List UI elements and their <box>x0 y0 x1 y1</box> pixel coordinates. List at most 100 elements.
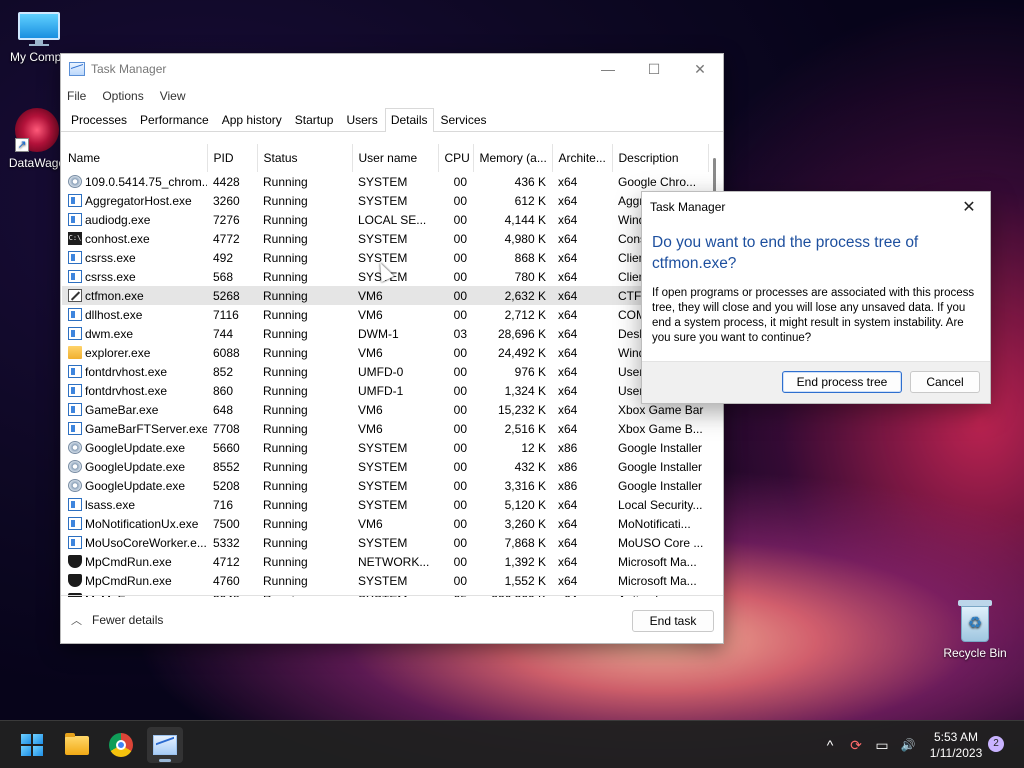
clock[interactable]: 5:53 AM 1/11/2023 <box>924 729 988 761</box>
network-icon[interactable]: ▭ <box>869 737 895 754</box>
tab-app-history[interactable]: App history <box>216 108 288 131</box>
cell-memory: 868 K <box>514 250 546 265</box>
cell-name: lsass.exe <box>62 495 207 514</box>
start-button[interactable] <box>14 727 50 763</box>
cell-pid: 4712 <box>213 554 240 569</box>
cell-architecture: x64 <box>558 326 578 341</box>
notification-badge[interactable]: 2 <box>988 736 1004 752</box>
end-process-tree-button[interactable]: End process tree <box>782 371 902 393</box>
cell-memory: 1,392 K <box>504 554 546 569</box>
tab-details[interactable]: Details <box>384 108 434 132</box>
process-table-container: ^ Name PID Status User name CPU Memory (… <box>62 144 724 597</box>
volume-icon[interactable]: 🔊 <box>895 738 921 752</box>
table-row[interactable]: GameBarFTServer.exe 7708 Running VM6 00 2,516… <box>62 419 708 438</box>
cancel-button[interactable]: Cancel <box>910 371 980 393</box>
cell-status: Running <box>263 554 308 569</box>
table-row[interactable]: GameBar.exe 648 Running VM6 00 15,232 Kx64 Xbo… <box>62 400 708 419</box>
table-row[interactable]: 109.0.5414.75_chrom... 4428 Running SYSTEM 0… <box>62 172 708 191</box>
taskbar-file-explorer[interactable] <box>59 727 95 763</box>
cell-architecture: x64 <box>558 307 578 322</box>
desktop-icon-recycle-bin[interactable]: ♻ Recycle Bin <box>938 600 1012 660</box>
cell-description: MoUSO Core ... <box>618 535 704 550</box>
close-button[interactable]: ✕ <box>677 54 723 84</box>
table-row[interactable]: C:\ conhost.exe 4772 Running SYSTEM 00 4,980 K… <box>62 229 708 248</box>
cell-cpu: 00 <box>453 459 467 474</box>
process-name: MoNotificationUx.exe <box>85 516 199 531</box>
tab-performance[interactable]: Performance <box>134 108 215 131</box>
table-row[interactable]: GoogleUpdate.exe 5660 Running SYSTEM 00 12 K x… <box>62 438 708 457</box>
cell-user-name: SYSTEM <box>358 269 408 284</box>
table-row[interactable]: GoogleUpdate.exe 5208 Running SYSTEM 00 3,316… <box>62 476 708 495</box>
cell-pid: 8552 <box>213 459 240 474</box>
maximize-button[interactable]: ☐ <box>631 54 677 84</box>
table-row[interactable]: GoogleUpdate.exe 8552 Running SYSTEM 00 432 K… <box>62 457 708 476</box>
tab-bar: Processes Performance App history Startu… <box>61 108 723 132</box>
table-row[interactable]: explorer.exe6088RunningVM60024,492 Kx64W… <box>62 343 708 362</box>
menu-options[interactable]: Options <box>102 89 143 103</box>
process-name: GameBarFTServer.exe <box>85 421 207 436</box>
menu-file[interactable]: File <box>67 89 86 103</box>
clock-date: 1/11/2023 <box>929 746 983 760</box>
cell-pid: 648 <box>213 402 234 417</box>
cell-architecture: x64 <box>552 286 612 305</box>
cell-name: MpCmdRun.exe <box>62 552 207 571</box>
taskbar-task-manager[interactable] <box>147 727 183 763</box>
fewer-details-toggle[interactable]: ︿ Fewer details <box>71 612 163 628</box>
column-header-status[interactable]: Status <box>257 144 353 172</box>
process-name: 109.0.5414.75_chrom... <box>85 174 207 189</box>
cell-cpu: 00 <box>453 478 467 493</box>
table-row[interactable]: fontdrvhost.exe 860 Running UMFD-1 00 1,324 K… <box>62 381 708 400</box>
cell-name: dllhost.exe <box>62 305 207 324</box>
cell-user-name: VM6 <box>358 345 383 360</box>
title-bar[interactable]: Task Manager — ☐ ✕ <box>61 54 723 84</box>
cell-status: Running <box>263 269 308 284</box>
process-name: MpCmdRun.exe <box>85 573 172 588</box>
minimize-button[interactable]: — <box>585 54 631 84</box>
table-row[interactable]: fontdrvhost.exe 852 Running UMFD-0 00 976 K x6… <box>62 362 708 381</box>
column-header-pid[interactable]: PID <box>207 144 258 172</box>
table-row[interactable]: dllhost.exe 7116 Running VM6 00 2,712 Kx64 COM… <box>62 305 708 324</box>
cell-status: Running <box>263 383 308 398</box>
table-header-row: Name PID Status User name CPU Memory (a.… <box>62 144 709 172</box>
menu-view[interactable]: View <box>160 89 186 103</box>
cell-user-name: SYSTEM <box>358 573 408 588</box>
table-row[interactable]: audiodg.exe 7276 Running LOCAL SE... 00 4,144… <box>62 210 708 229</box>
column-header-user-name[interactable]: User name <box>352 144 439 172</box>
cell-name: 109.0.5414.75_chrom... <box>62 172 207 191</box>
column-header-name[interactable]: Name <box>62 144 208 172</box>
cell-pid: 4428 <box>213 174 240 189</box>
column-header-architecture[interactable]: Archite... <box>552 144 613 172</box>
tab-services[interactable]: Services <box>435 108 493 131</box>
tab-processes[interactable]: Processes <box>65 108 133 131</box>
cell-user-name: VM6 <box>358 516 383 531</box>
cell-user-name: VM6 <box>358 402 383 417</box>
taskbar-chrome[interactable] <box>103 727 139 763</box>
tab-users[interactable]: Users <box>340 108 383 131</box>
table-row[interactable]: ctfmon.exe 5268 Running VM6 00 2,632 Kx64 CTF.… <box>62 286 708 305</box>
table-row[interactable]: lsass.exe 716 Running SYSTEM 00 5,120 K x64 Loc… <box>62 495 708 514</box>
column-header-description[interactable]: Description <box>612 144 709 172</box>
cell-name: dwm.exe <box>62 324 207 343</box>
dialog-close-button[interactable]: ✕ <box>952 192 986 222</box>
table-row[interactable]: MoNotificationUx.exe 7500 Running VM6 00 3,26… <box>62 514 708 533</box>
app-process-icon <box>68 327 82 340</box>
table-row[interactable]: AggregatorHost.exe 3260 Running SYSTEM 00 612… <box>62 191 708 210</box>
column-header-memory[interactable]: Memory (a... <box>473 144 553 172</box>
chevron-up-icon[interactable]: ^ <box>817 737 843 753</box>
app-process-icon <box>68 498 82 511</box>
cell-name: GoogleUpdate.exe <box>62 476 207 495</box>
cell-cpu: 00 <box>453 364 467 379</box>
end-task-button[interactable]: End task <box>632 610 714 632</box>
cell-status: Running <box>263 497 308 512</box>
table-row[interactable]: MpCmdRun.exe 4712 Running NETWORK... 00 1,392… <box>62 552 708 571</box>
table-row[interactable]: MoUsoCoreWorker.e... 5332 Running SYSTEM 00 7… <box>62 533 708 552</box>
column-header-cpu[interactable]: CPU <box>438 144 474 172</box>
cell-memory: 24,492 K <box>497 345 546 360</box>
table-row[interactable]: dwm.exe744RunningDWM-10328,696 Kx64Deskt… <box>62 324 708 343</box>
table-row[interactable]: MpCmdRun.exe 4760 Running SYSTEM 00 1,552 K x6… <box>62 571 708 590</box>
cell-cpu: 00 <box>453 516 467 531</box>
cell-cpu: 00 <box>453 269 467 284</box>
clock-time: 5:53 AM <box>933 730 979 744</box>
tab-startup[interactable]: Startup <box>289 108 340 131</box>
sync-icon[interactable]: ⟳ <box>843 737 869 754</box>
